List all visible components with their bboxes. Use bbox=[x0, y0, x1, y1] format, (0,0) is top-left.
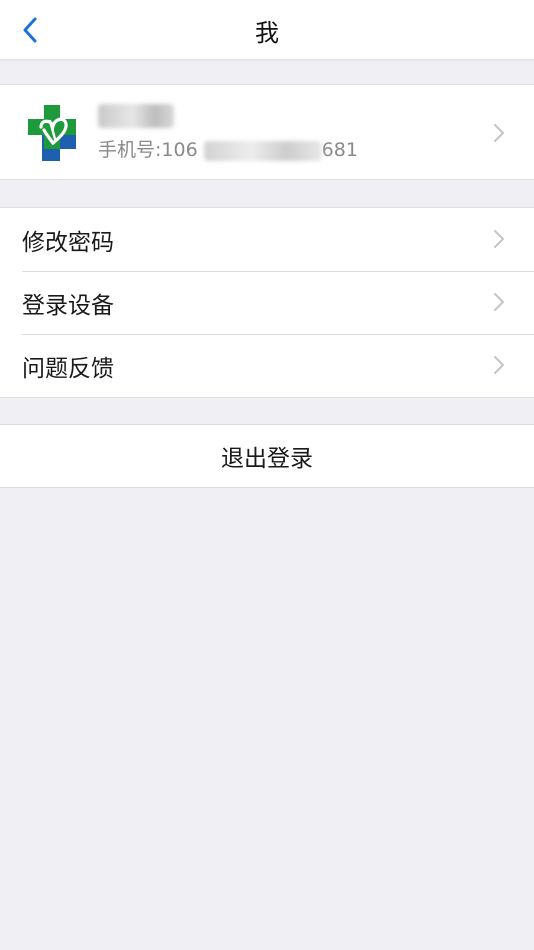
chevron-right-icon bbox=[494, 230, 504, 248]
back-button[interactable] bbox=[6, 6, 54, 54]
chevron-right-icon bbox=[494, 356, 504, 374]
profile-card[interactable]: 手机号:106 681 bbox=[0, 84, 534, 180]
chevron-left-icon bbox=[23, 17, 37, 43]
menu-item-change-password[interactable]: 修改密码 bbox=[0, 208, 534, 271]
profile-screen: 我 手机号:106 681 修改密码 登录设备 问题反馈 退出登录 bbox=[0, 0, 534, 950]
user-name-redacted bbox=[98, 99, 174, 129]
chevron-right-icon bbox=[494, 293, 504, 311]
menu-item-login-devices[interactable]: 登录设备 bbox=[0, 271, 534, 334]
menu-item-label: 问题反馈 bbox=[22, 355, 114, 382]
redacted-name-blur bbox=[98, 103, 174, 128]
phone-number: 手机号:106 681 bbox=[98, 135, 358, 165]
phone-label: 手机号: bbox=[98, 139, 162, 161]
medical-cross-logo bbox=[28, 105, 76, 161]
redacted-phone-blur bbox=[203, 140, 322, 161]
settings-menu: 修改密码 登录设备 问题反馈 bbox=[0, 207, 534, 398]
page-title: 我 bbox=[255, 18, 279, 47]
phone-suffix: 681 bbox=[321, 139, 358, 161]
navigation-bar: 我 bbox=[0, 0, 534, 60]
chevron-right-icon bbox=[494, 124, 504, 142]
menu-item-feedback[interactable]: 问题反馈 bbox=[0, 334, 534, 397]
phone-prefix: 106 bbox=[161, 139, 198, 161]
logout-button[interactable]: 退出登录 bbox=[0, 424, 534, 488]
menu-item-label: 修改密码 bbox=[22, 229, 114, 256]
menu-item-label: 登录设备 bbox=[22, 292, 114, 319]
